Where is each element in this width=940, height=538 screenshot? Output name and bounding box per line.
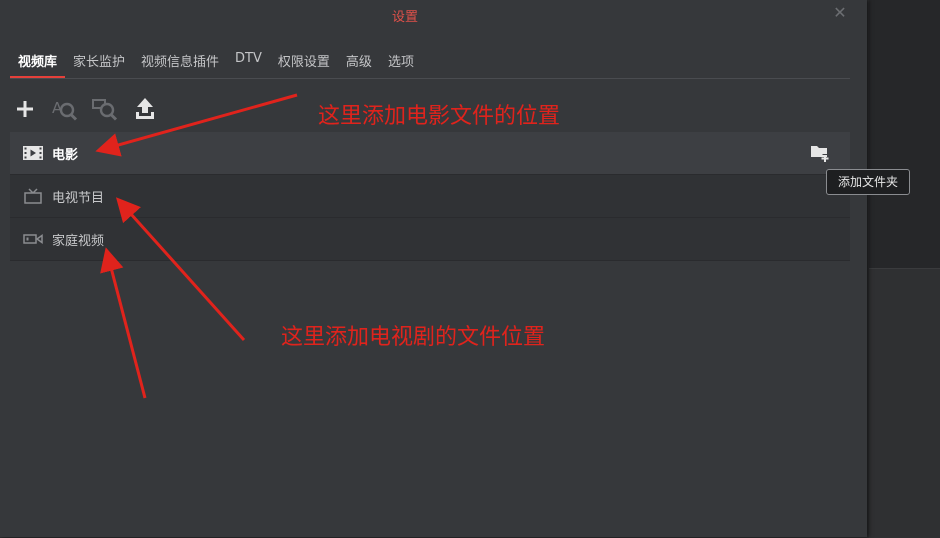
search-scan-icon: A xyxy=(52,99,78,121)
tv-annotation: 这里添加电视剧的文件位置 xyxy=(281,325,546,350)
library-name: 电视节目 xyxy=(52,190,105,206)
dialog-title: 设置 xyxy=(391,10,418,25)
tab-metadata-plugins[interactable]: 视频信息插件 xyxy=(133,44,227,78)
add-folder-button[interactable] xyxy=(810,144,830,162)
tab-parental-control[interactable]: 家长监护 xyxy=(65,44,133,78)
scan-media-icon xyxy=(92,99,118,121)
background-app-panel xyxy=(869,0,940,268)
tab-options[interactable]: 选项 xyxy=(380,44,422,78)
export-button[interactable] xyxy=(130,94,160,124)
settings-tabs: 视频库 家长监护 视频信息插件 DTV 权限设置 高级 选项 xyxy=(10,44,850,79)
library-list: 电影 电视节目 家庭视频 xyxy=(10,132,850,261)
settings-dialog: 设置 ✕ 视频库 家长监护 视频信息插件 DTV 权限设置 高级 选项 A 电影… xyxy=(0,0,867,537)
add-library-button[interactable] xyxy=(10,94,40,124)
tab-advanced[interactable]: 高级 xyxy=(338,44,380,78)
scan-library-button[interactable]: A xyxy=(50,94,80,124)
upload-icon xyxy=(136,98,154,119)
library-row-tv-shows[interactable]: 电视节目 xyxy=(10,175,850,218)
library-toolbar: A xyxy=(10,94,160,126)
plus-icon xyxy=(17,101,33,117)
add-folder-tooltip: 添加文件夹 xyxy=(826,169,911,195)
library-row-movies[interactable]: 电影 xyxy=(10,132,850,175)
background-app-panel-lower xyxy=(869,268,940,538)
video-camera-icon xyxy=(22,231,44,247)
tab-permissions[interactable]: 权限设置 xyxy=(270,44,338,78)
library-name: 家庭视频 xyxy=(52,233,105,249)
close-button[interactable]: ✕ xyxy=(833,4,847,22)
add-folder-icon xyxy=(811,146,829,162)
tab-video-library[interactable]: 视频库 xyxy=(10,44,66,78)
movie-annotation: 这里添加电影文件的位置 xyxy=(318,104,561,129)
tab-dtv[interactable]: DTV xyxy=(227,44,270,78)
library-row-home-videos[interactable]: 家庭视频 xyxy=(10,218,850,261)
tv-icon xyxy=(22,188,44,204)
library-name: 电影 xyxy=(52,147,79,163)
movie-icon xyxy=(22,145,44,161)
refresh-metadata-button[interactable] xyxy=(90,94,120,124)
